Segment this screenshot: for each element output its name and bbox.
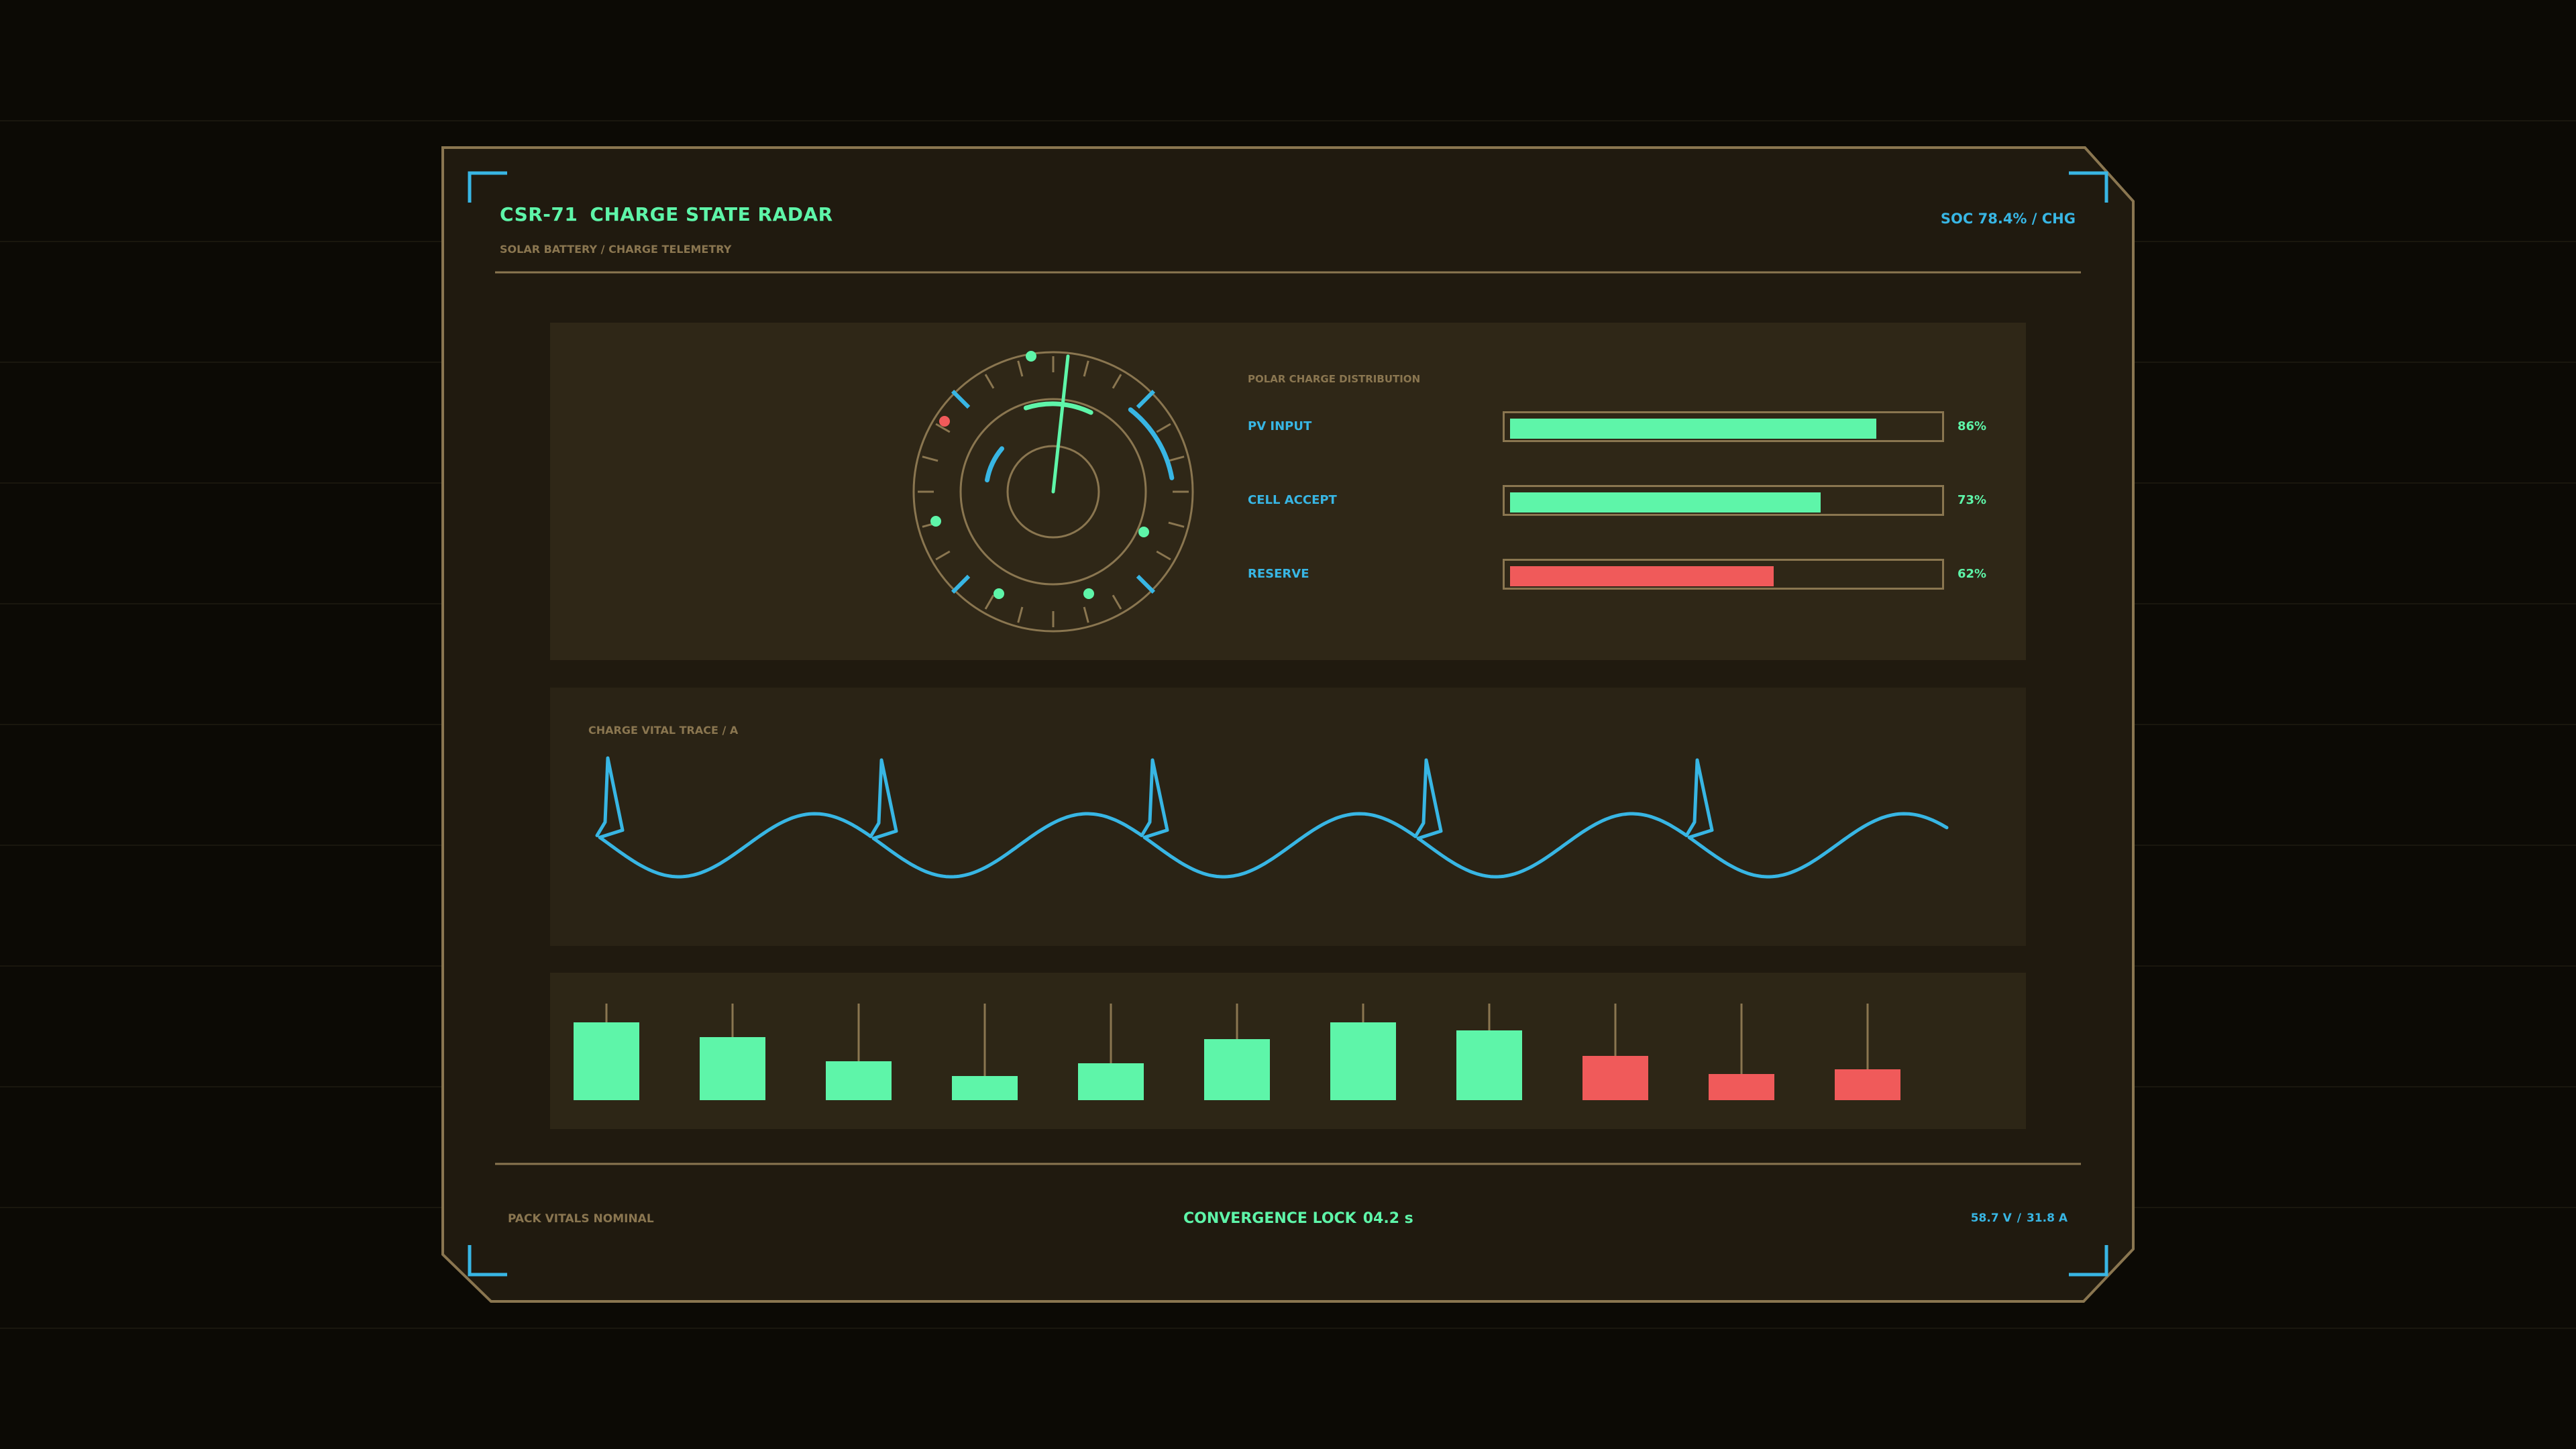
pack-current: 31.8 A bbox=[2026, 1212, 2068, 1225]
distribution-title: POLAR CHARGE DISTRIBUTION bbox=[1248, 373, 1421, 385]
radar-tick bbox=[1156, 550, 1171, 561]
trace-line bbox=[595, 756, 1949, 879]
bar bbox=[1709, 1074, 1774, 1100]
bar bbox=[1204, 1039, 1270, 1100]
pack-readout: 58.7 V / 31.8 A bbox=[1971, 1213, 2068, 1224]
radar-arc-inner bbox=[985, 446, 1004, 483]
convergence-lock: CONVERGENCE LOCK 04.2 s bbox=[1183, 1212, 1413, 1226]
radar-tick bbox=[984, 594, 995, 610]
readout-divider: / bbox=[2017, 1212, 2021, 1225]
vital-trace bbox=[595, 756, 1949, 879]
radar-tick bbox=[951, 389, 971, 409]
radar-tick bbox=[1083, 360, 1089, 377]
bar bbox=[1078, 1063, 1144, 1100]
radar-tick bbox=[951, 574, 971, 594]
device-code: CSR-71 bbox=[500, 203, 578, 225]
radar-tick bbox=[1112, 594, 1122, 610]
radar-tick bbox=[1136, 389, 1156, 409]
bar bbox=[700, 1037, 765, 1100]
radar-tick bbox=[1083, 606, 1089, 623]
bar bbox=[1456, 1030, 1522, 1100]
bar bbox=[1582, 1056, 1648, 1100]
bar-fill-cell-accept bbox=[1510, 492, 1821, 513]
radar-needle bbox=[1051, 354, 1070, 494]
bar-fill-pv-input bbox=[1510, 419, 1876, 439]
convergence-value: 04.2 s bbox=[1362, 1210, 1413, 1227]
radar-blip bbox=[1083, 588, 1094, 599]
radar-tick bbox=[1017, 606, 1024, 623]
radar-dial-icon bbox=[912, 351, 1194, 633]
bar bbox=[826, 1061, 892, 1100]
bar bbox=[1835, 1069, 1900, 1100]
radar-tick bbox=[922, 455, 938, 462]
bar bbox=[574, 1022, 639, 1100]
radar-blip bbox=[994, 588, 1004, 599]
radar-tick bbox=[935, 550, 951, 561]
radar-tick bbox=[1168, 521, 1185, 528]
bar-track-pv-input bbox=[1503, 411, 1944, 442]
cell-bar-chart bbox=[574, 1004, 1900, 1100]
row-value-cell-accept: 73% bbox=[1957, 493, 1987, 507]
radar-arc-outer bbox=[1128, 407, 1175, 480]
bar-track-reserve bbox=[1503, 559, 1944, 590]
pack-voltage: 58.7 V bbox=[1970, 1212, 2012, 1225]
radar-tick bbox=[1136, 574, 1156, 594]
row-label-reserve: RESERVE bbox=[1248, 567, 1309, 581]
radar-tick bbox=[1168, 455, 1185, 462]
bar bbox=[1330, 1022, 1396, 1100]
row-value-pv-input: 86% bbox=[1957, 419, 1987, 433]
soc-status: SOC 78.4% / CHG bbox=[1940, 211, 2076, 227]
row-label-cell-accept: CELL ACCEPT bbox=[1248, 493, 1337, 507]
radar-tick bbox=[1156, 423, 1171, 433]
title-text: CHARGE STATE RADAR bbox=[590, 203, 833, 225]
row-label-pv-input: PV INPUT bbox=[1248, 419, 1312, 433]
radar-arc-green bbox=[1023, 401, 1093, 415]
page-title: CSR-71 CHARGE STATE RADAR bbox=[500, 205, 833, 224]
radar-blip bbox=[1026, 351, 1036, 362]
page-subtitle: SOLAR BATTERY / CHARGE TELEMETRY bbox=[500, 243, 732, 256]
bar bbox=[952, 1076, 1018, 1100]
footer-status: PACK VITALS NOMINAL bbox=[508, 1212, 654, 1226]
radar-tick bbox=[984, 374, 995, 389]
bar-track-cell-accept bbox=[1503, 485, 1944, 516]
radar-tick bbox=[1017, 360, 1024, 377]
convergence-label: CONVERGENCE LOCK bbox=[1183, 1210, 1356, 1227]
radar-blip bbox=[1138, 527, 1149, 537]
row-value-reserve: 62% bbox=[1957, 567, 1987, 581]
radar-tick bbox=[1112, 374, 1122, 389]
bar-fill-reserve bbox=[1510, 566, 1774, 586]
radar-blip bbox=[930, 516, 941, 527]
radar-blip-alert bbox=[939, 416, 950, 427]
